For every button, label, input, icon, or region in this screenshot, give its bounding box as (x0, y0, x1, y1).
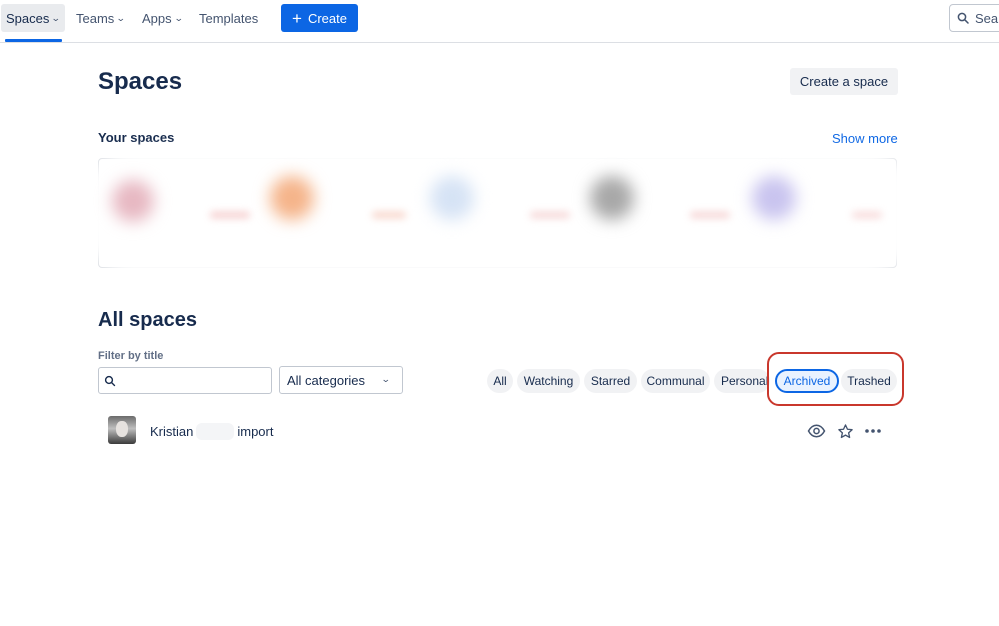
blurred-space-card (112, 180, 154, 222)
blurred-text (210, 212, 250, 218)
filter-chip-communal[interactable]: Communal (641, 369, 710, 393)
blurred-text (690, 212, 730, 218)
search-placeholder: Sea (975, 10, 999, 26)
nav-spaces-label: Spaces (6, 10, 50, 26)
nav-apps[interactable]: Apps ⌄ (137, 4, 187, 32)
eye-icon[interactable] (806, 421, 826, 441)
blurred-text (852, 212, 882, 218)
search-icon (957, 12, 969, 24)
filter-chip-starred[interactable]: Starred (584, 369, 637, 393)
blurred-text (530, 212, 570, 218)
chevron-down-icon: ⌄ (173, 12, 184, 23)
annotation-highlight (767, 352, 904, 406)
your-spaces-heading: Your spaces (98, 130, 175, 145)
blurred-space-card (270, 176, 314, 220)
blur-overlay (80, 150, 920, 275)
active-nav-indicator (5, 39, 62, 42)
chevron-down-icon: ⌄ (116, 12, 126, 23)
nav-templates[interactable]: Templates (194, 4, 263, 32)
blurred-text (372, 212, 406, 218)
space-name-first: Kristian (150, 424, 194, 439)
search-icon (104, 375, 116, 386)
filter-chip-watching[interactable]: Watching (517, 369, 580, 393)
create-space-button[interactable]: Create a space (790, 68, 898, 95)
nav-apps-label: Apps (142, 10, 172, 26)
filter-label: Filter by title (98, 350, 164, 362)
show-more-link[interactable]: Show more (832, 131, 898, 146)
all-spaces-heading: All spaces (98, 309, 197, 331)
search-input[interactable]: Sea (949, 4, 999, 32)
redacted-text (196, 423, 235, 440)
create-button-label: Create (307, 10, 347, 26)
space-name-link[interactable]: Kristian import (150, 423, 273, 440)
blurred-space-card (430, 176, 474, 220)
chevron-down-icon: ⌄ (381, 374, 392, 384)
chevron-down-icon: ⌄ (51, 12, 62, 23)
blurred-space-card (752, 176, 796, 220)
space-name-last: import (237, 424, 274, 439)
category-select-value: All categories (287, 372, 366, 388)
create-button[interactable]: + Create (281, 4, 358, 32)
nav-teams-label: Teams (76, 10, 115, 26)
nav-templates-label: Templates (199, 10, 259, 26)
filter-by-title-input[interactable] (98, 367, 272, 394)
filter-chip-all[interactable]: All (487, 369, 513, 393)
star-icon[interactable] (835, 421, 855, 441)
category-select[interactable]: All categories ⌄ (279, 366, 403, 394)
blurred-space-card (590, 176, 634, 220)
avatar (108, 416, 136, 444)
plus-icon: + (292, 8, 302, 28)
nav-teams[interactable]: Teams ⌄ (71, 4, 130, 32)
table-row[interactable]: Kristian import (98, 412, 897, 448)
more-icon[interactable] (863, 421, 883, 441)
filter-chip-personal[interactable]: Personal (714, 369, 770, 393)
top-navigation: Spaces ⌄ Teams ⌄ Apps ⌄ Templates + Crea… (0, 0, 999, 43)
nav-spaces[interactable]: Spaces ⌄ (1, 4, 65, 32)
page-title: Spaces (98, 68, 183, 95)
